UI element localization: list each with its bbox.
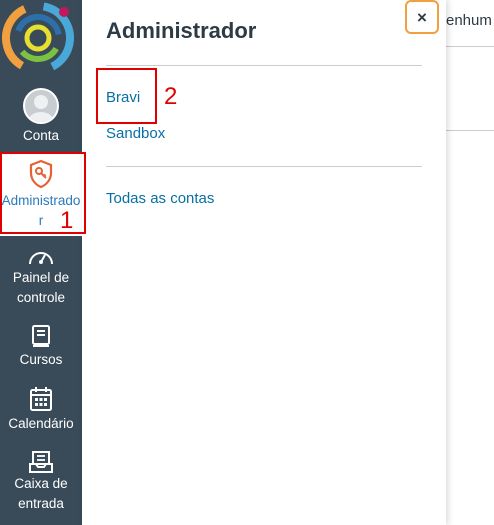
- nav-dashboard[interactable]: Painel de controle: [0, 246, 82, 310]
- close-tray-button[interactable]: ×: [405, 0, 439, 34]
- background-page-text: enhum: [446, 12, 492, 29]
- nav-calendar[interactable]: Calendário: [0, 386, 82, 434]
- divider: [106, 65, 422, 66]
- inbox-icon: [29, 451, 53, 473]
- speedometer-icon: [29, 252, 53, 265]
- close-icon: ×: [417, 7, 427, 27]
- all-accounts-link[interactable]: Todas as contas: [106, 190, 214, 207]
- canvas-logo-icon: [2, 2, 74, 74]
- nav-account[interactable]: Conta: [0, 88, 82, 148]
- nav-account-label: Conta: [22, 128, 60, 143]
- nav-dashboard-label: Painel de controle: [12, 270, 70, 305]
- nav-calendar-label: Calendário: [8, 416, 74, 431]
- tray-title: Administrador: [106, 18, 257, 43]
- divider: [106, 166, 422, 167]
- nav-inbox[interactable]: Caixa de entrada: [0, 450, 82, 518]
- avatar: [23, 88, 59, 124]
- user-icon: [28, 95, 54, 122]
- nav-inbox-label: Caixa de entrada: [14, 476, 68, 511]
- account-link-sandbox[interactable]: Sandbox: [106, 125, 165, 142]
- annotation-number-2: 2: [164, 83, 178, 110]
- calendar-icon: [30, 387, 52, 411]
- global-nav: Conta Administrado r Painel de controle: [0, 0, 82, 525]
- nav-courses-label: Cursos: [19, 352, 63, 367]
- annotation-number-1: 1: [60, 207, 74, 234]
- canvas-logo[interactable]: [0, 0, 82, 78]
- book-icon: [32, 325, 50, 347]
- background-divider: [446, 46, 494, 47]
- nav-courses[interactable]: Cursos: [0, 324, 82, 372]
- background-divider: [446, 130, 494, 131]
- annotation-box-2: [96, 68, 157, 124]
